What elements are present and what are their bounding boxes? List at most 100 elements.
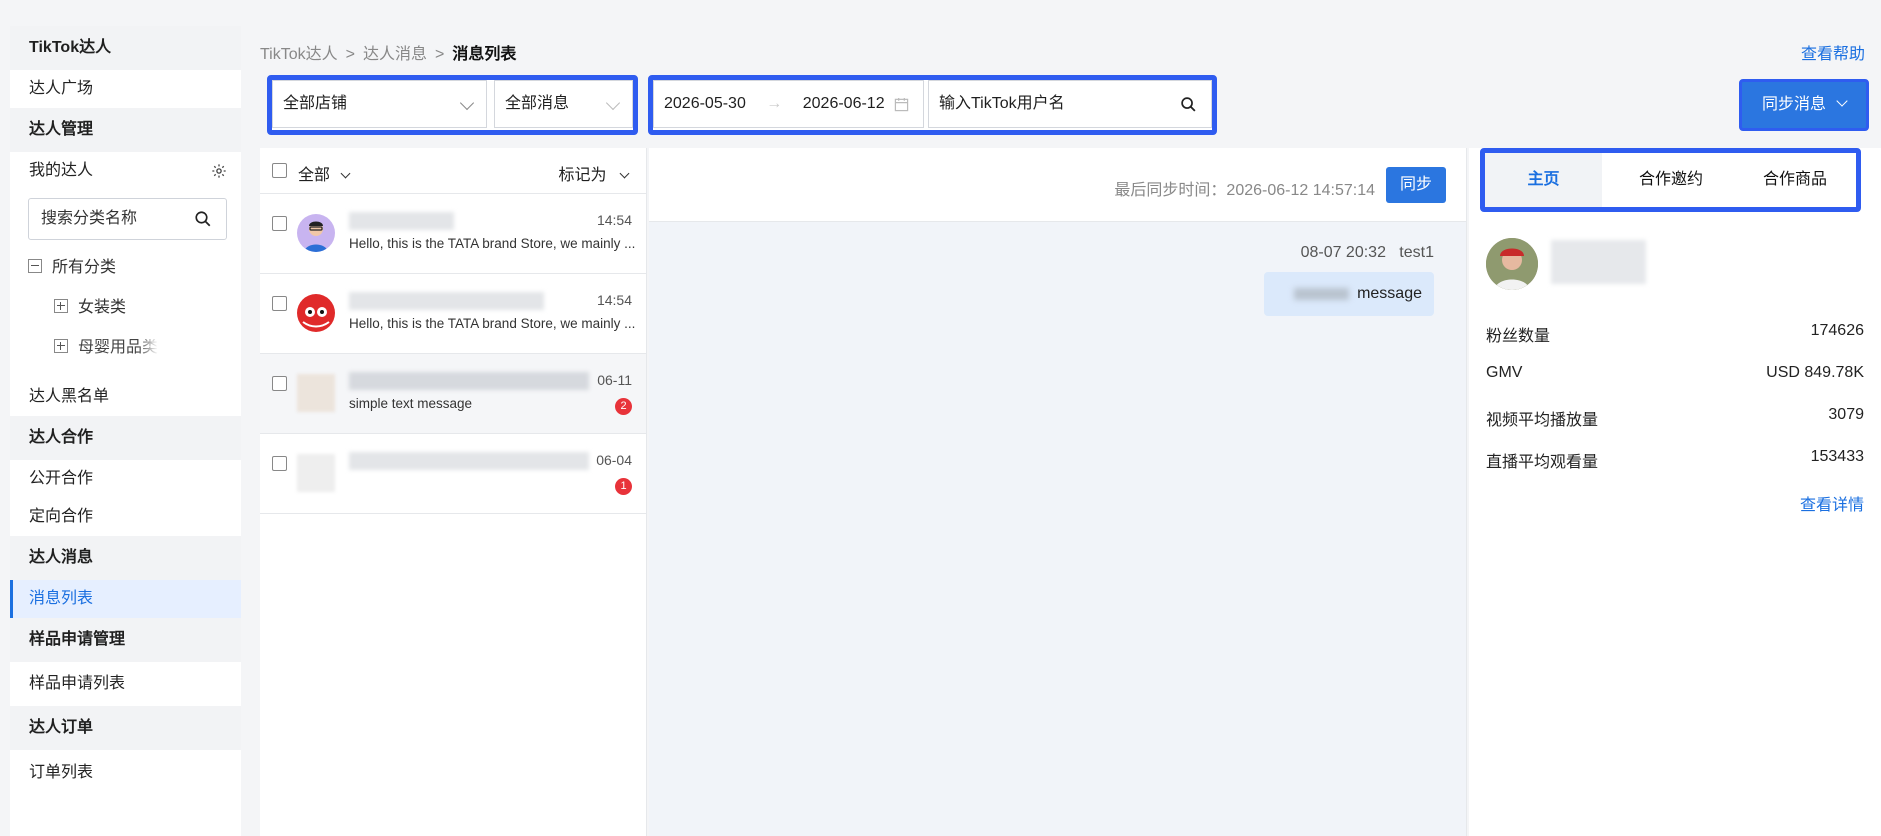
avatar bbox=[297, 294, 335, 332]
chevron-down-icon bbox=[619, 168, 630, 179]
message-bubble: message bbox=[1264, 272, 1434, 316]
tab-invitations[interactable]: 合作邀约 bbox=[1609, 153, 1733, 207]
unread-badge: 2 bbox=[615, 398, 632, 415]
avatar bbox=[1486, 238, 1538, 290]
stat-followers: 粉丝数量 174626 bbox=[1486, 322, 1864, 346]
mark-as-dropdown[interactable]: 标记为 bbox=[558, 161, 630, 185]
conversation-item[interactable]: 06-11 simple text message 2 bbox=[260, 354, 646, 434]
chevron-down-icon bbox=[459, 95, 475, 111]
sidebar-item-blacklist[interactable]: 达人黑名单 bbox=[10, 378, 241, 416]
gear-icon[interactable] bbox=[211, 163, 227, 179]
unread-badge: 1 bbox=[615, 478, 632, 495]
expand-icon[interactable] bbox=[54, 338, 68, 353]
tree-cat-womens[interactable]: 女装类 bbox=[10, 288, 241, 328]
message-time: 14:54 bbox=[596, 292, 632, 308]
sync-messages-label: 同步消息 bbox=[1762, 96, 1827, 113]
chat-panel: 最后同步时间：2026-06-12 14:57:14 同步 08-07 20:3… bbox=[649, 148, 1467, 836]
row-checkbox[interactable] bbox=[272, 456, 287, 471]
select-all-dropdown[interactable]: 全部 bbox=[298, 161, 351, 185]
avatar bbox=[297, 374, 335, 412]
profile-panel: 主页 合作邀约 合作商品 粉丝数量 174626 GMV USD 849.78K 视… bbox=[1469, 148, 1881, 836]
stat-live-views: 直播平均观看量 153433 bbox=[1486, 448, 1864, 472]
message-preview: Hello, this is the TATA brand Store, we … bbox=[349, 236, 636, 251]
blurred-username bbox=[349, 372, 589, 390]
tree-label: 所有分类 bbox=[52, 259, 117, 276]
date-range-picker[interactable]: 2026-05-30 → 2026-06-12 bbox=[653, 80, 924, 128]
sidebar-item-sample-list[interactable]: 样品申请列表 bbox=[10, 662, 241, 706]
sidebar-item-square[interactable]: 达人广场 bbox=[10, 70, 241, 108]
tree-cat-baby[interactable]: 母婴用品类 bbox=[10, 328, 241, 368]
sidebar: TikTok达人 达人广场 达人管理 我的达人 搜索分类名称 所有分类 女装类 … bbox=[10, 26, 241, 836]
message-text: message bbox=[1357, 285, 1422, 302]
sidebar-group-manage: 达人管理 bbox=[10, 108, 241, 152]
category-search-input[interactable]: 搜索分类名称 bbox=[28, 198, 227, 240]
sync-messages-button[interactable]: 同步消息 bbox=[1739, 79, 1869, 131]
tree-label: 母婴用品类 bbox=[78, 339, 159, 356]
stat-video-views: 视频平均播放量 3079 bbox=[1486, 406, 1864, 430]
message-time: 06-11 bbox=[597, 372, 632, 388]
avatar bbox=[297, 214, 335, 252]
message-meta: 08-07 20:32 test1 bbox=[1300, 244, 1434, 261]
blurred-username bbox=[349, 452, 589, 470]
stat-gmv: GMV USD 849.78K bbox=[1486, 364, 1864, 388]
sidebar-item-order-list[interactable]: 订单列表 bbox=[10, 750, 241, 796]
chevron-down-icon bbox=[605, 95, 621, 111]
row-checkbox[interactable] bbox=[272, 216, 287, 231]
tree-label: 女装类 bbox=[78, 299, 127, 316]
select-all-label: 全部 bbox=[298, 167, 331, 184]
calendar-icon[interactable] bbox=[894, 97, 909, 112]
expand-icon[interactable] bbox=[54, 298, 68, 313]
conversation-item[interactable]: 14:54 Hello, this is the TATA brand Stor… bbox=[260, 274, 646, 354]
row-checkbox[interactable] bbox=[272, 376, 287, 391]
sidebar-app-title: TikTok达人 bbox=[10, 26, 241, 70]
date-end: 2026-06-12 bbox=[802, 95, 885, 112]
sidebar-item-message-list[interactable]: 消息列表 bbox=[10, 580, 241, 618]
breadcrumb-sep: > bbox=[345, 46, 355, 63]
breadcrumb-level1[interactable]: TikTok达人 bbox=[260, 46, 338, 63]
message-type-select[interactable]: 全部消息 bbox=[494, 80, 633, 128]
stat-label: 粉丝数量 bbox=[1486, 328, 1551, 345]
category-search-placeholder: 搜索分类名称 bbox=[41, 210, 138, 227]
avatar bbox=[297, 454, 335, 492]
sidebar-item-targeted-coop[interactable]: 定向合作 bbox=[10, 498, 241, 536]
collapse-icon[interactable] bbox=[28, 258, 42, 273]
tab-home[interactable]: 主页 bbox=[1485, 153, 1602, 207]
view-details-link[interactable]: 查看详情 bbox=[1800, 491, 1864, 515]
row-checkbox[interactable] bbox=[272, 296, 287, 311]
breadcrumb-level2[interactable]: 达人消息 bbox=[363, 46, 427, 63]
message-preview: simple text message bbox=[349, 396, 473, 411]
profile-tabs: 主页 合作邀约 合作商品 bbox=[1480, 148, 1861, 212]
help-link[interactable]: 查看帮助 bbox=[1801, 40, 1865, 64]
breadcrumb: TikTok达人 > 达人消息 > 消息列表 bbox=[260, 40, 516, 64]
sidebar-group-messages: 达人消息 bbox=[10, 536, 241, 580]
search-icon[interactable] bbox=[194, 210, 212, 228]
stat-value: USD 849.78K bbox=[1766, 364, 1864, 381]
message-type-value: 全部消息 bbox=[505, 95, 570, 112]
mark-as-label: 标记为 bbox=[558, 167, 607, 184]
conversation-item[interactable]: 14:54 Hello, this is the TATA brand Stor… bbox=[260, 194, 646, 274]
chat-header: 最后同步时间：2026-06-12 14:57:14 同步 bbox=[649, 148, 1466, 222]
message-time: 14:54 bbox=[596, 212, 632, 228]
blurred-text bbox=[1294, 288, 1349, 300]
sidebar-item-public-coop[interactable]: 公开合作 bbox=[10, 460, 241, 498]
tab-products[interactable]: 合作商品 bbox=[1733, 153, 1857, 207]
sidebar-item-my-talents[interactable]: 我的达人 bbox=[10, 152, 241, 190]
search-icon[interactable] bbox=[1180, 96, 1197, 113]
blurred-username bbox=[1551, 240, 1646, 284]
select-all-checkbox[interactable] bbox=[272, 163, 287, 178]
message-preview: Hello, this is the TATA brand Store, we … bbox=[349, 316, 636, 331]
sidebar-item-label: 我的达人 bbox=[29, 162, 94, 179]
username-search-placeholder: 输入TikTok用户名 bbox=[939, 95, 1065, 112]
date-arrow: → bbox=[766, 95, 783, 112]
stat-value: 3079 bbox=[1828, 406, 1864, 423]
chevron-down-icon bbox=[1836, 95, 1848, 107]
stat-label: 视频平均播放量 bbox=[1486, 412, 1599, 429]
tree-all-categories[interactable]: 所有分类 bbox=[10, 248, 241, 288]
conversation-item[interactable]: 06-04 1 bbox=[260, 434, 646, 514]
list-header: 全部 标记为 bbox=[260, 148, 646, 194]
sidebar-group-samples: 样品申请管理 bbox=[10, 618, 241, 662]
store-select[interactable]: 全部店铺 bbox=[272, 80, 487, 128]
breadcrumb-current: 消息列表 bbox=[452, 46, 517, 63]
sync-button[interactable]: 同步 bbox=[1386, 167, 1446, 203]
username-search-input[interactable]: 输入TikTok用户名 bbox=[928, 80, 1212, 128]
